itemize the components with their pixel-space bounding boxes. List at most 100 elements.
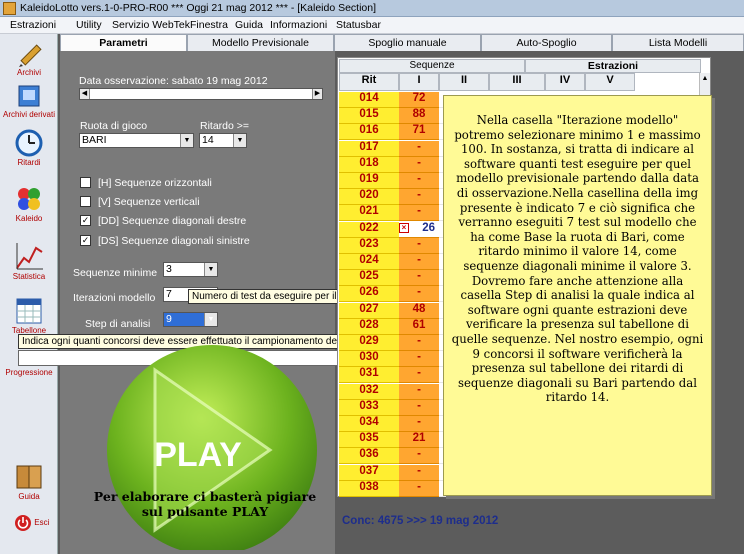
checkbox-v[interactable] xyxy=(80,196,91,207)
window-title: KaleidoLotto vers.1-0-PRO-R00 *** Oggi 2… xyxy=(20,2,377,14)
checkbox-v-label: [V] Sequenze verticali xyxy=(98,196,200,208)
row-rit: 031 xyxy=(339,367,399,384)
tab-bar: Parametri Modello Previsionale Spoglio m… xyxy=(60,34,744,51)
row-value[interactable]: 21 xyxy=(399,432,439,449)
row-value[interactable]: - xyxy=(399,367,439,384)
row-rit: 026 xyxy=(339,286,399,303)
row-value[interactable]: - xyxy=(399,270,439,287)
checkbox-h[interactable] xyxy=(80,177,91,188)
tab-lista-modelli[interactable]: Lista Modelli xyxy=(612,34,744,51)
menu-servizio-webtek[interactable]: Servizio WebTek xyxy=(112,19,190,31)
scroll-right-icon[interactable]: ▶ xyxy=(312,89,322,99)
row-value[interactable]: - xyxy=(399,286,439,303)
sidebar-item-ritardi[interactable]: Ritardi xyxy=(2,128,56,167)
menu-utility[interactable]: Utility xyxy=(76,19,102,31)
col-ii[interactable]: II xyxy=(439,73,489,91)
book-open-icon xyxy=(16,465,42,489)
menu-guida[interactable]: Guida xyxy=(235,19,263,31)
menu-statusbar[interactable]: Statusbar xyxy=(336,19,381,31)
row-value[interactable]: 72 xyxy=(399,92,439,108)
play-label: PLAY xyxy=(154,436,242,474)
col-rit[interactable]: Rit xyxy=(339,73,399,91)
row-value[interactable]: - xyxy=(399,464,439,481)
sidebar-item-archivi[interactable]: Archivi xyxy=(2,40,56,77)
row-value[interactable]: - xyxy=(399,399,439,416)
ruota-select[interactable]: BARI ▼ xyxy=(79,133,194,148)
sidebar-item-guida[interactable]: Guida xyxy=(2,462,56,501)
sidebar-item-tabellone[interactable]: Tabellone xyxy=(2,296,56,335)
sidebar-item-esci[interactable]: Esci xyxy=(2,514,56,532)
row-rit: 036 xyxy=(339,448,399,465)
col-v[interactable]: V xyxy=(585,73,635,91)
row-value[interactable]: - xyxy=(399,480,439,497)
row-value[interactable]: 48 xyxy=(399,302,439,319)
sequenze-minime-select[interactable]: 3 ▼ xyxy=(163,262,218,277)
chevron-down-icon[interactable]: ▼ xyxy=(233,134,246,147)
row-value[interactable]: 88 xyxy=(399,108,439,125)
error-icon: × xyxy=(399,223,409,233)
row-rit: 021 xyxy=(339,205,399,222)
sidebar-item-label: Progressione xyxy=(5,368,53,377)
tab-spoglio-manuale[interactable]: Spoglio manuale xyxy=(334,34,481,51)
clock-icon xyxy=(15,129,43,157)
row-value[interactable]: 61 xyxy=(399,318,439,335)
sidebar-item-label: Guida xyxy=(18,492,40,501)
tab-parametri[interactable]: Parametri xyxy=(60,34,187,51)
sidebar-item-label: Statistica xyxy=(12,272,46,281)
sidebar-item-kaleido[interactable]: Kaleido xyxy=(2,184,56,223)
row-value[interactable]: - xyxy=(399,383,439,400)
row-value[interactable]: - xyxy=(399,335,439,351)
row-value[interactable]: - xyxy=(399,140,439,157)
row-value[interactable]: - xyxy=(399,205,439,222)
sidebar-item-statistica[interactable]: Statistica xyxy=(2,240,56,281)
sidebar-item-label: Esci xyxy=(34,518,50,528)
tab-auto-spoglio[interactable]: Auto-Spoglio xyxy=(481,34,612,51)
tab-modello-previsionale[interactable]: Modello Previsionale xyxy=(187,34,334,51)
chevron-down-icon[interactable]: ▼ xyxy=(204,313,217,326)
step-select[interactable]: 9 ▼ xyxy=(163,312,218,327)
scroll-up-icon[interactable]: ▲ xyxy=(701,75,709,82)
pencil-icon xyxy=(19,44,42,67)
chevron-down-icon[interactable]: ▼ xyxy=(180,134,193,147)
chevron-down-icon[interactable]: ▼ xyxy=(204,263,217,276)
col-i[interactable]: I xyxy=(399,73,439,91)
menu-estrazioni[interactable]: Estrazioni xyxy=(10,19,56,31)
sidebar-item-label: Ritardi xyxy=(17,158,41,167)
row-rit: 022 xyxy=(339,221,399,238)
checkbox-ds[interactable]: ✓ xyxy=(80,235,91,246)
checkbox-ds-label: [DS] Sequenze diagonali sinistre xyxy=(98,235,250,247)
scroll-left-icon[interactable]: ◀ xyxy=(80,89,90,99)
row-rit: 020 xyxy=(339,189,399,206)
row-rit: 027 xyxy=(339,302,399,319)
row-value[interactable]: 71 xyxy=(399,124,439,141)
sidebar-item-label: Archivi derivati xyxy=(2,110,55,119)
row-value[interactable]: - xyxy=(399,237,439,254)
row-rit: 033 xyxy=(339,399,399,416)
checkbox-dd[interactable]: ✓ xyxy=(80,215,91,226)
checkbox-h-label: [H] Sequenze orizzontali xyxy=(98,177,212,189)
calendar-icon xyxy=(16,298,42,324)
power-icon xyxy=(15,515,31,531)
title-bar: KaleidoLotto vers.1-0-PRO-R00 *** Oggi 2… xyxy=(0,0,744,17)
ruota-label: Ruota di gioco xyxy=(80,120,148,132)
row-value[interactable]: - xyxy=(399,448,439,465)
col-iv[interactable]: IV xyxy=(545,73,585,91)
row-value[interactable]: - xyxy=(399,351,439,368)
sidebar-item-archivi-derivati[interactable]: Archivi derivati xyxy=(2,82,56,119)
sequenze-minime-value: 3 xyxy=(166,263,172,275)
sidebar-item-progressione[interactable]: Progressione xyxy=(2,368,56,377)
sidebar-item-label: Archivi xyxy=(16,68,41,77)
ritardo-select[interactable]: 14 ▼ xyxy=(199,133,247,148)
book-icon xyxy=(18,85,40,107)
row-value[interactable]: - xyxy=(399,156,439,173)
menu-informazioni[interactable]: Informazioni xyxy=(270,19,327,31)
line-chart-icon xyxy=(16,243,43,270)
menu-finestra[interactable]: Finestra xyxy=(190,19,228,31)
row-value[interactable]: - xyxy=(399,254,439,270)
step-value: 9 xyxy=(166,313,172,325)
row-value[interactable]: - xyxy=(399,173,439,189)
col-iii[interactable]: III xyxy=(489,73,545,91)
row-value[interactable]: - xyxy=(399,189,439,206)
date-scrollbar[interactable]: ◀ ▶ xyxy=(79,88,323,100)
row-value[interactable]: - xyxy=(399,416,439,432)
